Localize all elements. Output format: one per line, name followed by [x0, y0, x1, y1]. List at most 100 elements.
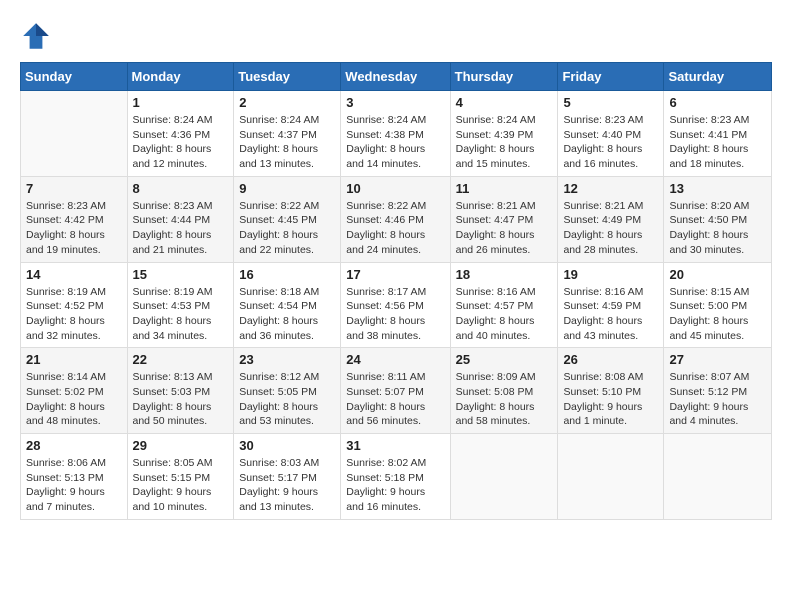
- calendar-cell: 8 Sunrise: 8:23 AM Sunset: 4:44 PM Daylig…: [127, 176, 234, 262]
- day-number: 25: [456, 352, 553, 367]
- day-info: Sunrise: 8:24 AM Sunset: 4:38 PM Dayligh…: [346, 113, 444, 172]
- day-info: Sunrise: 8:14 AM Sunset: 5:02 PM Dayligh…: [26, 370, 122, 429]
- day-info: Sunrise: 8:21 AM Sunset: 4:47 PM Dayligh…: [456, 199, 553, 258]
- day-info: Sunrise: 8:03 AM Sunset: 5:17 PM Dayligh…: [239, 456, 335, 515]
- day-info: Sunrise: 8:24 AM Sunset: 4:39 PM Dayligh…: [456, 113, 553, 172]
- calendar-week-row: 1 Sunrise: 8:24 AM Sunset: 4:36 PM Daylig…: [21, 91, 772, 177]
- calendar-cell: 28Sunrise: 8:06 AM Sunset: 5:13 PM Dayli…: [21, 434, 128, 520]
- day-header-tuesday: Tuesday: [234, 63, 341, 91]
- calendar-cell: 26 Sunrise: 8:08 AM Sunset: 5:10 PM Dayli…: [558, 348, 664, 434]
- calendar-cell: 16Sunrise: 8:18 AM Sunset: 4:54 PM Dayli…: [234, 262, 341, 348]
- day-header-wednesday: Wednesday: [341, 63, 450, 91]
- calendar-cell: 23 Sunrise: 8:12 AM Sunset: 5:05 PM Dayli…: [234, 348, 341, 434]
- day-info: Sunrise: 8:17 AM Sunset: 4:56 PM Dayligh…: [346, 285, 444, 344]
- day-info: Sunrise: 8:22 AM Sunset: 4:45 PM Dayligh…: [239, 199, 335, 258]
- calendar-cell: 17 Sunrise: 8:17 AM Sunset: 4:56 PM Dayli…: [341, 262, 450, 348]
- day-number: 5: [563, 95, 658, 110]
- day-header-sunday: Sunday: [21, 63, 128, 91]
- day-info: Sunrise: 8:05 AM Sunset: 5:15 PM Dayligh…: [133, 456, 229, 515]
- day-info: Sunrise: 8:19 AM Sunset: 4:52 PM Dayligh…: [26, 285, 122, 344]
- logo-icon: [20, 20, 52, 52]
- calendar-cell: [664, 434, 772, 520]
- day-info: Sunrise: 8:24 AM Sunset: 4:37 PM Dayligh…: [239, 113, 335, 172]
- calendar-cell: 3 Sunrise: 8:24 AM Sunset: 4:38 PM Daylig…: [341, 91, 450, 177]
- day-info: Sunrise: 8:23 AM Sunset: 4:44 PM Dayligh…: [133, 199, 229, 258]
- day-number: 29: [133, 438, 229, 453]
- day-number: 15: [133, 267, 229, 282]
- day-info: Sunrise: 8:20 AM Sunset: 4:50 PM Dayligh…: [669, 199, 766, 258]
- calendar-cell: 10 Sunrise: 8:22 AM Sunset: 4:46 PM Dayli…: [341, 176, 450, 262]
- calendar-table: SundayMondayTuesdayWednesdayThursdayFrid…: [20, 62, 772, 520]
- calendar-cell: 21 Sunrise: 8:14 AM Sunset: 5:02 PM Dayli…: [21, 348, 128, 434]
- day-info: Sunrise: 8:22 AM Sunset: 4:46 PM Dayligh…: [346, 199, 444, 258]
- calendar-cell: 2 Sunrise: 8:24 AM Sunset: 4:37 PM Daylig…: [234, 91, 341, 177]
- calendar-cell: 25 Sunrise: 8:09 AM Sunset: 5:08 PM Dayli…: [450, 348, 558, 434]
- logo: [20, 20, 56, 52]
- day-number: 13: [669, 181, 766, 196]
- calendar-cell: 30 Sunrise: 8:03 AM Sunset: 5:17 PM Dayli…: [234, 434, 341, 520]
- day-number: 10: [346, 181, 444, 196]
- calendar-cell: 9 Sunrise: 8:22 AM Sunset: 4:45 PM Daylig…: [234, 176, 341, 262]
- calendar-cell: 15 Sunrise: 8:19 AM Sunset: 4:53 PM Dayli…: [127, 262, 234, 348]
- day-number: 17: [346, 267, 444, 282]
- calendar-week-row: 21 Sunrise: 8:14 AM Sunset: 5:02 PM Dayli…: [21, 348, 772, 434]
- day-number: 31: [346, 438, 444, 453]
- day-info: Sunrise: 8:19 AM Sunset: 4:53 PM Dayligh…: [133, 285, 229, 344]
- day-header-monday: Monday: [127, 63, 234, 91]
- day-number: 27: [669, 352, 766, 367]
- calendar-cell: 27Sunrise: 8:07 AM Sunset: 5:12 PM Dayli…: [664, 348, 772, 434]
- day-number: 3: [346, 95, 444, 110]
- day-info: Sunrise: 8:09 AM Sunset: 5:08 PM Dayligh…: [456, 370, 553, 429]
- day-header-thursday: Thursday: [450, 63, 558, 91]
- day-number: 19: [563, 267, 658, 282]
- day-number: 21: [26, 352, 122, 367]
- calendar-header-row: SundayMondayTuesdayWednesdayThursdayFrid…: [21, 63, 772, 91]
- calendar-cell: 5 Sunrise: 8:23 AM Sunset: 4:40 PM Daylig…: [558, 91, 664, 177]
- day-info: Sunrise: 8:06 AM Sunset: 5:13 PM Dayligh…: [26, 456, 122, 515]
- day-number: 6: [669, 95, 766, 110]
- day-number: 11: [456, 181, 553, 196]
- calendar-cell: 13 Sunrise: 8:20 AM Sunset: 4:50 PM Dayli…: [664, 176, 772, 262]
- day-info: Sunrise: 8:11 AM Sunset: 5:07 PM Dayligh…: [346, 370, 444, 429]
- calendar-cell: 22 Sunrise: 8:13 AM Sunset: 5:03 PM Dayli…: [127, 348, 234, 434]
- day-number: 24: [346, 352, 444, 367]
- calendar-cell: [558, 434, 664, 520]
- day-header-friday: Friday: [558, 63, 664, 91]
- day-info: Sunrise: 8:08 AM Sunset: 5:10 PM Dayligh…: [563, 370, 658, 429]
- calendar-cell: 6 Sunrise: 8:23 AM Sunset: 4:41 PM Daylig…: [664, 91, 772, 177]
- day-info: Sunrise: 8:23 AM Sunset: 4:42 PM Dayligh…: [26, 199, 122, 258]
- day-number: 1: [133, 95, 229, 110]
- calendar-cell: 14Sunrise: 8:19 AM Sunset: 4:52 PM Dayli…: [21, 262, 128, 348]
- calendar-week-row: 28Sunrise: 8:06 AM Sunset: 5:13 PM Dayli…: [21, 434, 772, 520]
- calendar-cell: [450, 434, 558, 520]
- day-info: Sunrise: 8:24 AM Sunset: 4:36 PM Dayligh…: [133, 113, 229, 172]
- day-info: Sunrise: 8:23 AM Sunset: 4:40 PM Dayligh…: [563, 113, 658, 172]
- day-info: Sunrise: 8:23 AM Sunset: 4:41 PM Dayligh…: [669, 113, 766, 172]
- calendar-cell: 1 Sunrise: 8:24 AM Sunset: 4:36 PM Daylig…: [127, 91, 234, 177]
- calendar-cell: 7 Sunrise: 8:23 AM Sunset: 4:42 PM Daylig…: [21, 176, 128, 262]
- day-number: 7: [26, 181, 122, 196]
- day-number: 12: [563, 181, 658, 196]
- day-info: Sunrise: 8:16 AM Sunset: 4:59 PM Dayligh…: [563, 285, 658, 344]
- day-number: 2: [239, 95, 335, 110]
- day-info: Sunrise: 8:13 AM Sunset: 5:03 PM Dayligh…: [133, 370, 229, 429]
- day-number: 26: [563, 352, 658, 367]
- calendar-cell: [21, 91, 128, 177]
- calendar-cell: 18 Sunrise: 8:16 AM Sunset: 4:57 PM Dayli…: [450, 262, 558, 348]
- calendar-cell: 11 Sunrise: 8:21 AM Sunset: 4:47 PM Dayli…: [450, 176, 558, 262]
- day-info: Sunrise: 8:16 AM Sunset: 4:57 PM Dayligh…: [456, 285, 553, 344]
- day-number: 23: [239, 352, 335, 367]
- day-number: 18: [456, 267, 553, 282]
- day-number: 20: [669, 267, 766, 282]
- day-number: 8: [133, 181, 229, 196]
- day-number: 16: [239, 267, 335, 282]
- day-info: Sunrise: 8:15 AM Sunset: 5:00 PM Dayligh…: [669, 285, 766, 344]
- day-info: Sunrise: 8:12 AM Sunset: 5:05 PM Dayligh…: [239, 370, 335, 429]
- calendar-cell: 19 Sunrise: 8:16 AM Sunset: 4:59 PM Dayli…: [558, 262, 664, 348]
- calendar-cell: 31 Sunrise: 8:02 AM Sunset: 5:18 PM Dayli…: [341, 434, 450, 520]
- day-number: 9: [239, 181, 335, 196]
- day-number: 4: [456, 95, 553, 110]
- day-info: Sunrise: 8:02 AM Sunset: 5:18 PM Dayligh…: [346, 456, 444, 515]
- day-number: 30: [239, 438, 335, 453]
- day-number: 22: [133, 352, 229, 367]
